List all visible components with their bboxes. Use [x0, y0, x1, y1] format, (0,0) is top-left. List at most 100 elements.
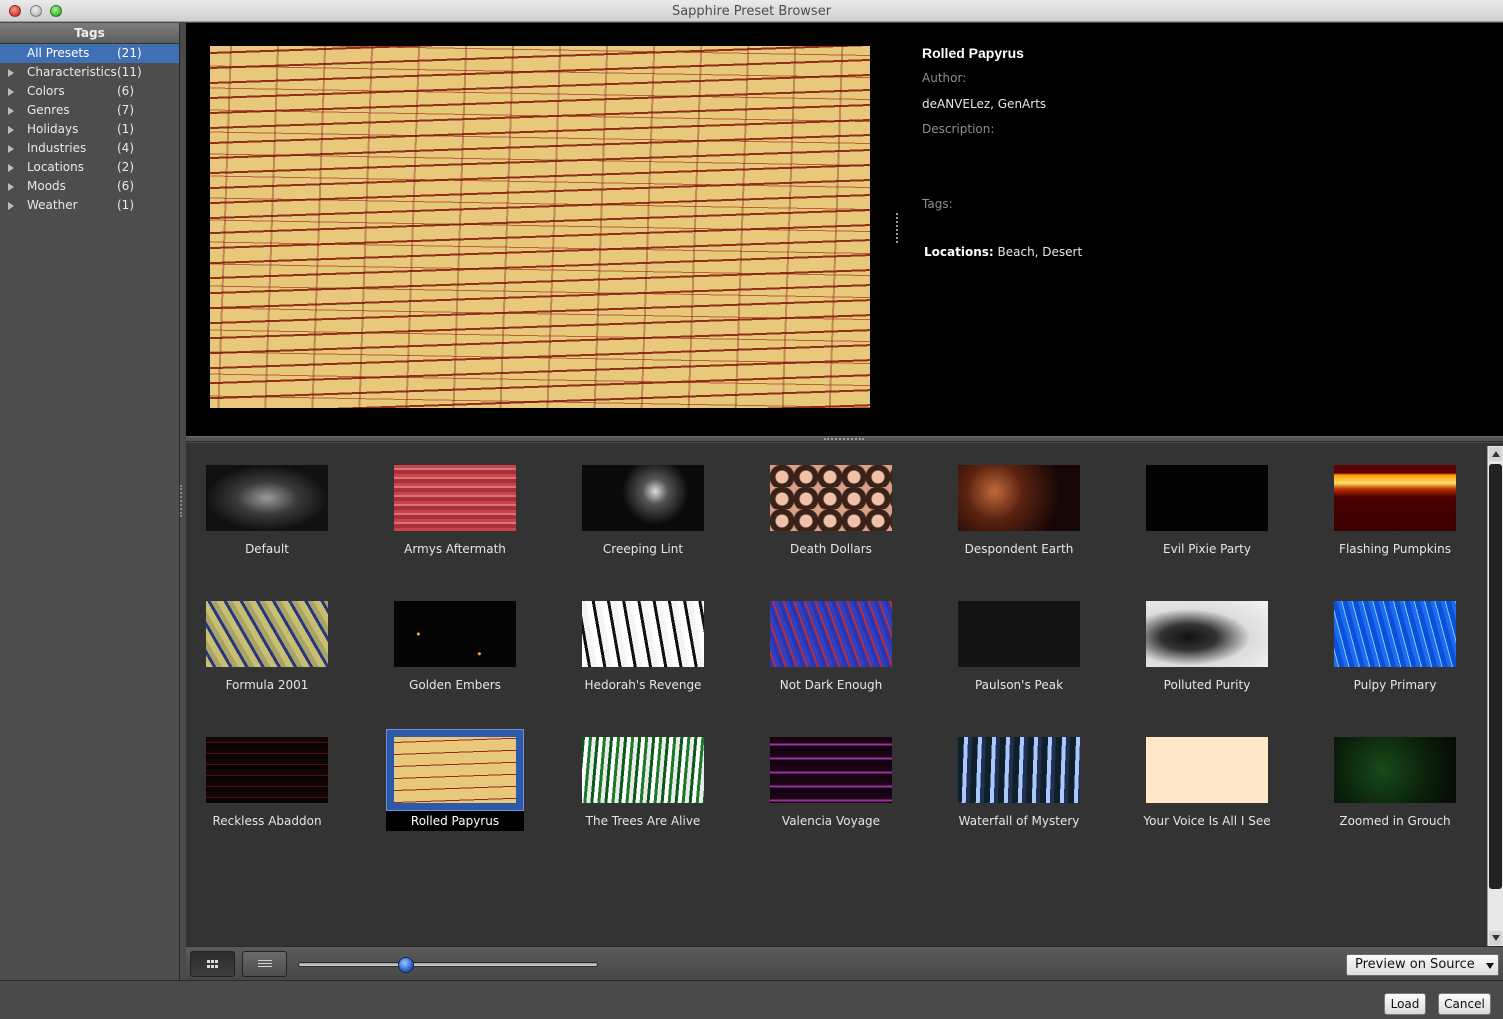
tag-count: (21) [117, 46, 142, 60]
preset-thumbnail[interactable] [1146, 465, 1268, 531]
disclosure-triangle-icon[interactable] [8, 107, 14, 115]
preset-thumbnail[interactable] [394, 465, 516, 531]
preset-tile[interactable]: Formula 2001 [198, 579, 336, 692]
preset-thumbnail[interactable] [582, 737, 704, 803]
tag-row-holidays[interactable]: Holidays (1) [0, 120, 179, 139]
preset-tile[interactable]: Waterfall of Mystery [950, 715, 1088, 828]
tag-row-locations[interactable]: Locations (2) [0, 158, 179, 177]
list-icon [258, 960, 272, 969]
preset-tile[interactable]: Default [198, 443, 336, 556]
load-button[interactable]: Load [1384, 993, 1426, 1015]
preset-tile[interactable]: Flashing Pumpkins [1326, 443, 1464, 556]
preset-name-label: Hedorah's Revenge [584, 678, 702, 692]
preset-thumbnail[interactable] [958, 737, 1080, 803]
preset-tile[interactable]: Death Dollars [762, 443, 900, 556]
grid-icon [207, 960, 219, 969]
preset-name-label: Pulpy Primary [1353, 678, 1437, 692]
preset-thumbnail[interactable] [1334, 737, 1456, 803]
tag-row-moods[interactable]: Moods (6) [0, 177, 179, 196]
preset-name-label: Your Voice Is All I See [1143, 814, 1271, 828]
scroll-up-arrow-icon[interactable] [1489, 447, 1502, 461]
tag-label: Locations [27, 160, 85, 174]
scroll-down-arrow-icon[interactable] [1489, 931, 1502, 945]
preset-thumbnail[interactable] [770, 737, 892, 803]
preset-thumbnail[interactable] [206, 737, 328, 803]
preview-splitter[interactable] [896, 213, 898, 243]
preset-tile[interactable]: Creeping Lint [574, 443, 712, 556]
preset-thumbnail[interactable] [770, 601, 892, 667]
preset-thumbnail[interactable] [582, 465, 704, 531]
tag-row-colors[interactable]: Colors (6) [0, 82, 179, 101]
preview-mode-select[interactable]: Preview on Source [1346, 954, 1499, 976]
grid-scrollbar[interactable] [1487, 446, 1503, 946]
tag-label: All Presets [27, 46, 90, 60]
preset-tile[interactable]: Armys Aftermath [386, 443, 524, 556]
tag-count: (6) [117, 179, 134, 193]
preset-thumbnail[interactable] [1334, 465, 1456, 531]
disclosure-triangle-icon[interactable] [8, 126, 14, 134]
bottom-toolbar: Preview on Source [186, 946, 1503, 980]
tag-count: (1) [117, 122, 134, 136]
scrollbar-thumb[interactable] [1489, 464, 1502, 889]
preset-thumbnail[interactable] [1146, 601, 1268, 667]
preset-tile[interactable]: Evil Pixie Party [1138, 443, 1276, 556]
preset-thumbnail[interactable] [394, 737, 516, 803]
disclosure-triangle-icon[interactable] [8, 69, 14, 77]
preset-thumbnail[interactable] [770, 465, 892, 531]
preset-name-label: Reckless Abaddon [212, 814, 322, 828]
preset-tile[interactable]: The Trees Are Alive [574, 715, 712, 828]
tags-values: Beach, Desert [993, 245, 1083, 259]
tags-header[interactable]: Tags [0, 23, 179, 44]
preset-tile[interactable]: Hedorah's Revenge [574, 579, 712, 692]
grid-view-button[interactable] [190, 951, 235, 977]
title-bar: Sapphire Preset Browser [0, 0, 1503, 22]
tag-label: Industries [27, 141, 87, 155]
disclosure-triangle-icon[interactable] [8, 145, 14, 153]
slider-knob[interactable] [398, 957, 415, 973]
sidebar-splitter[interactable] [180, 485, 184, 517]
splitter-grip[interactable] [824, 438, 864, 440]
tag-row-weather[interactable]: Weather (1) [0, 196, 179, 215]
preset-thumbnail[interactable] [582, 601, 704, 667]
disclosure-triangle-icon[interactable] [8, 88, 14, 96]
preset-tile[interactable]: Polluted Purity [1138, 579, 1276, 692]
cancel-button[interactable]: Cancel [1438, 993, 1491, 1015]
tag-count: (6) [117, 84, 134, 98]
tag-row-industries[interactable]: Industries (4) [0, 139, 179, 158]
preset-thumbnail[interactable] [958, 465, 1080, 531]
description-label: Description: [922, 122, 995, 136]
tag-label: Weather [27, 198, 78, 212]
preset-thumbnail[interactable] [206, 465, 328, 531]
preset-tile[interactable]: Pulpy Primary [1326, 579, 1464, 692]
preset-tile[interactable]: Paulson's Peak [950, 579, 1088, 692]
thumbnail-size-slider[interactable] [298, 957, 598, 973]
preset-thumbnail[interactable] [958, 601, 1080, 667]
tag-label: Moods [27, 179, 66, 193]
window-title: Sapphire Preset Browser [671, 4, 832, 19]
preset-name-label: Polluted Purity [1163, 678, 1251, 692]
preset-tile[interactable]: Zoomed in Grouch [1326, 715, 1464, 828]
preset-thumbnail[interactable] [1146, 737, 1268, 803]
preset-tile[interactable]: Not Dark Enough [762, 579, 900, 692]
preset-tile[interactable]: Your Voice Is All I See [1138, 715, 1276, 828]
preset-thumbnail[interactable] [206, 601, 328, 667]
disclosure-triangle-icon[interactable] [8, 164, 14, 172]
preset-tile[interactable]: Golden Embers [386, 579, 524, 692]
preset-tile[interactable]: Despondent Earth [950, 443, 1088, 556]
disclosure-triangle-icon[interactable] [8, 183, 14, 191]
tag-row-characteristics[interactable]: Characteristics (11) [0, 63, 179, 82]
pane-splitter[interactable] [186, 436, 1503, 442]
preset-name-label: Flashing Pumpkins [1339, 542, 1451, 556]
disclosure-triangle-icon[interactable] [8, 202, 14, 210]
preset-thumbnail[interactable] [1334, 601, 1456, 667]
preset-tile[interactable]: Reckless Abaddon [198, 715, 336, 828]
tag-row-all-presets[interactable]: All Presets (21) [0, 44, 179, 63]
tag-count: (11) [117, 65, 142, 79]
preset-tile[interactable]: Valencia Voyage [762, 715, 900, 828]
preset-thumbnail[interactable] [394, 601, 516, 667]
preset-name-label: Death Dollars [790, 542, 872, 556]
preset-tile[interactable]: Rolled Papyrus [386, 715, 524, 831]
tag-label: Holidays [27, 122, 79, 136]
tag-row-genres[interactable]: Genres (7) [0, 101, 179, 120]
list-view-button[interactable] [242, 951, 287, 977]
